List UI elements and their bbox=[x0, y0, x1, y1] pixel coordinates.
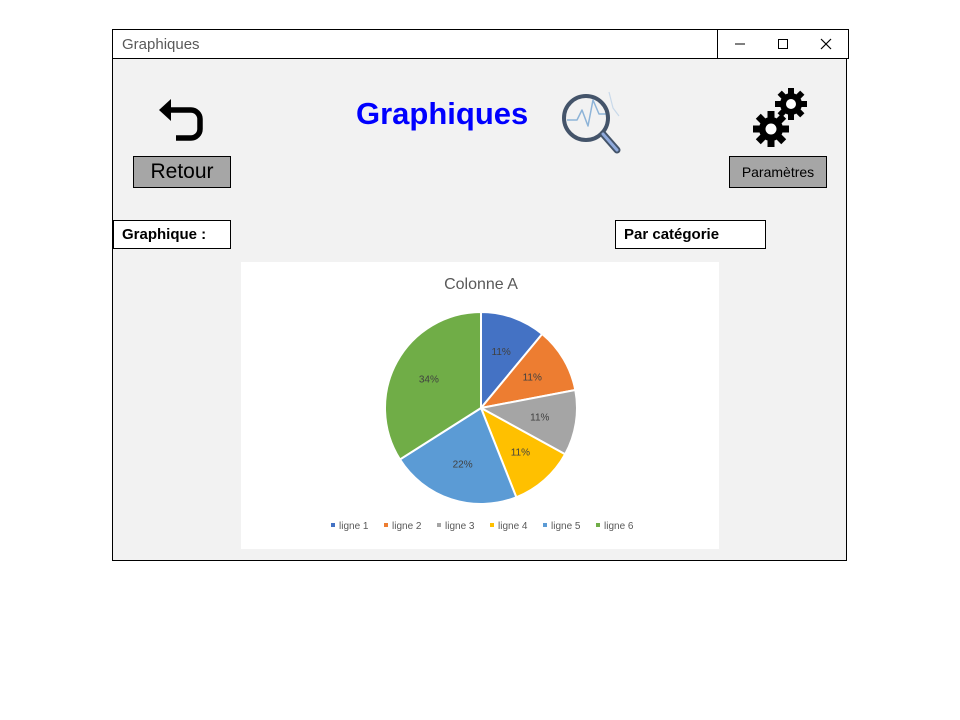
slice-data-label: 11% bbox=[511, 448, 530, 459]
undo-arrow-icon[interactable] bbox=[155, 96, 205, 144]
legend-label: ligne 4 bbox=[498, 521, 528, 532]
legend-swatch bbox=[490, 523, 494, 527]
page-title: Graphiques bbox=[356, 96, 529, 131]
chart-label: Graphique : bbox=[113, 220, 231, 249]
slice-data-label: 22% bbox=[453, 460, 473, 471]
gears-icon[interactable] bbox=[753, 84, 813, 152]
legend-label: ligne 5 bbox=[551, 521, 581, 532]
settings-button[interactable]: Paramètres bbox=[729, 156, 827, 188]
legend-swatch bbox=[596, 523, 600, 527]
slice-data-label: 11% bbox=[523, 373, 542, 384]
search-chart-icon bbox=[559, 88, 625, 156]
slice-data-label: 11% bbox=[530, 412, 549, 423]
pie-chart: Colonne A 11% 11% 11% 11% 22% 34% ligne 1 lign… bbox=[241, 262, 719, 549]
slice-data-label: 11% bbox=[492, 347, 511, 358]
title-bar: Graphiques bbox=[113, 29, 849, 59]
legend-label: ligne 2 bbox=[392, 521, 422, 532]
window-controls bbox=[717, 29, 849, 59]
close-icon[interactable] bbox=[811, 31, 841, 57]
legend-label: ligne 6 bbox=[604, 521, 634, 532]
legend-swatch bbox=[384, 523, 388, 527]
legend-label: ligne 1 bbox=[339, 521, 369, 532]
legend-swatch bbox=[543, 523, 547, 527]
back-button[interactable]: Retour bbox=[133, 156, 231, 188]
legend-label: ligne 3 bbox=[445, 521, 475, 532]
legend-swatch bbox=[331, 523, 335, 527]
maximize-icon[interactable] bbox=[768, 31, 798, 57]
mode-selector[interactable]: Par catégorie bbox=[615, 220, 766, 249]
graphiques-window: Graphiques Retour Graphiques Paramètres … bbox=[112, 29, 849, 561]
pie-chart-svg: Colonne A 11% 11% 11% 11% 22% 34% ligne 1 lign… bbox=[331, 276, 634, 532]
window-title: Graphiques bbox=[122, 36, 200, 53]
minimize-icon[interactable] bbox=[725, 31, 755, 57]
legend-swatch bbox=[437, 523, 441, 527]
slice-data-label: 34% bbox=[419, 374, 439, 385]
chart-title: Colonne A bbox=[444, 276, 518, 293]
